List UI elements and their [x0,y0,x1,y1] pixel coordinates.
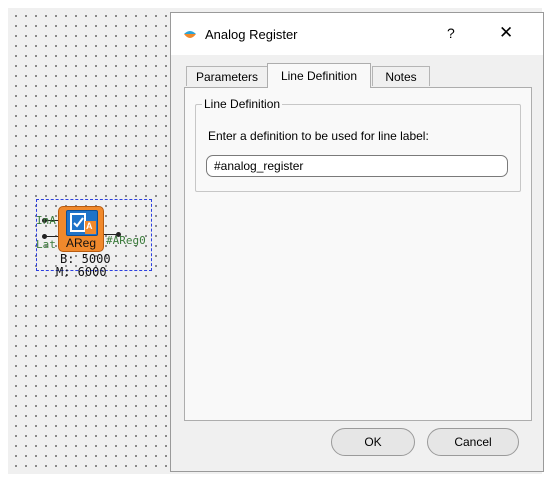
tab-line-definition[interactable]: Line Definition [267,63,371,88]
ok-button[interactable]: OK [331,428,415,456]
app-logo-icon [183,27,197,38]
analog-register-dialog: Analog Register ? ✕ Parameters Line Defi… [170,12,544,472]
input-pin-label: InA [36,214,56,227]
block-param-m: M: 6000 [56,265,107,279]
output-pin-label: #AReg0 [106,234,146,247]
help-button[interactable]: ? [447,25,455,41]
line-label-input[interactable] [206,155,508,177]
block-param-b: B: 5000 [60,252,111,266]
cancel-button[interactable]: Cancel [427,428,519,456]
dialog-titlebar[interactable]: Analog Register ? ✕ [171,13,543,55]
line-label-prompt: Enter a definition to be used for line l… [208,129,429,143]
register-icon [66,210,98,236]
close-button[interactable]: ✕ [499,23,513,43]
tab-notes[interactable]: Notes [372,66,430,86]
tab-parameters[interactable]: Parameters [186,66,268,86]
line-definition-panel: Line Definition Enter a definition to be… [184,87,532,421]
register-icon-letter: A [86,221,93,231]
latch-pin-label: Lat [36,238,56,251]
line-definition-group: Line Definition Enter a definition to be… [195,97,521,192]
group-title: Line Definition [202,97,283,111]
block-name-label: AReg [65,236,97,250]
dialog-title: Analog Register [205,27,298,42]
latch-pin-line [44,236,58,237]
